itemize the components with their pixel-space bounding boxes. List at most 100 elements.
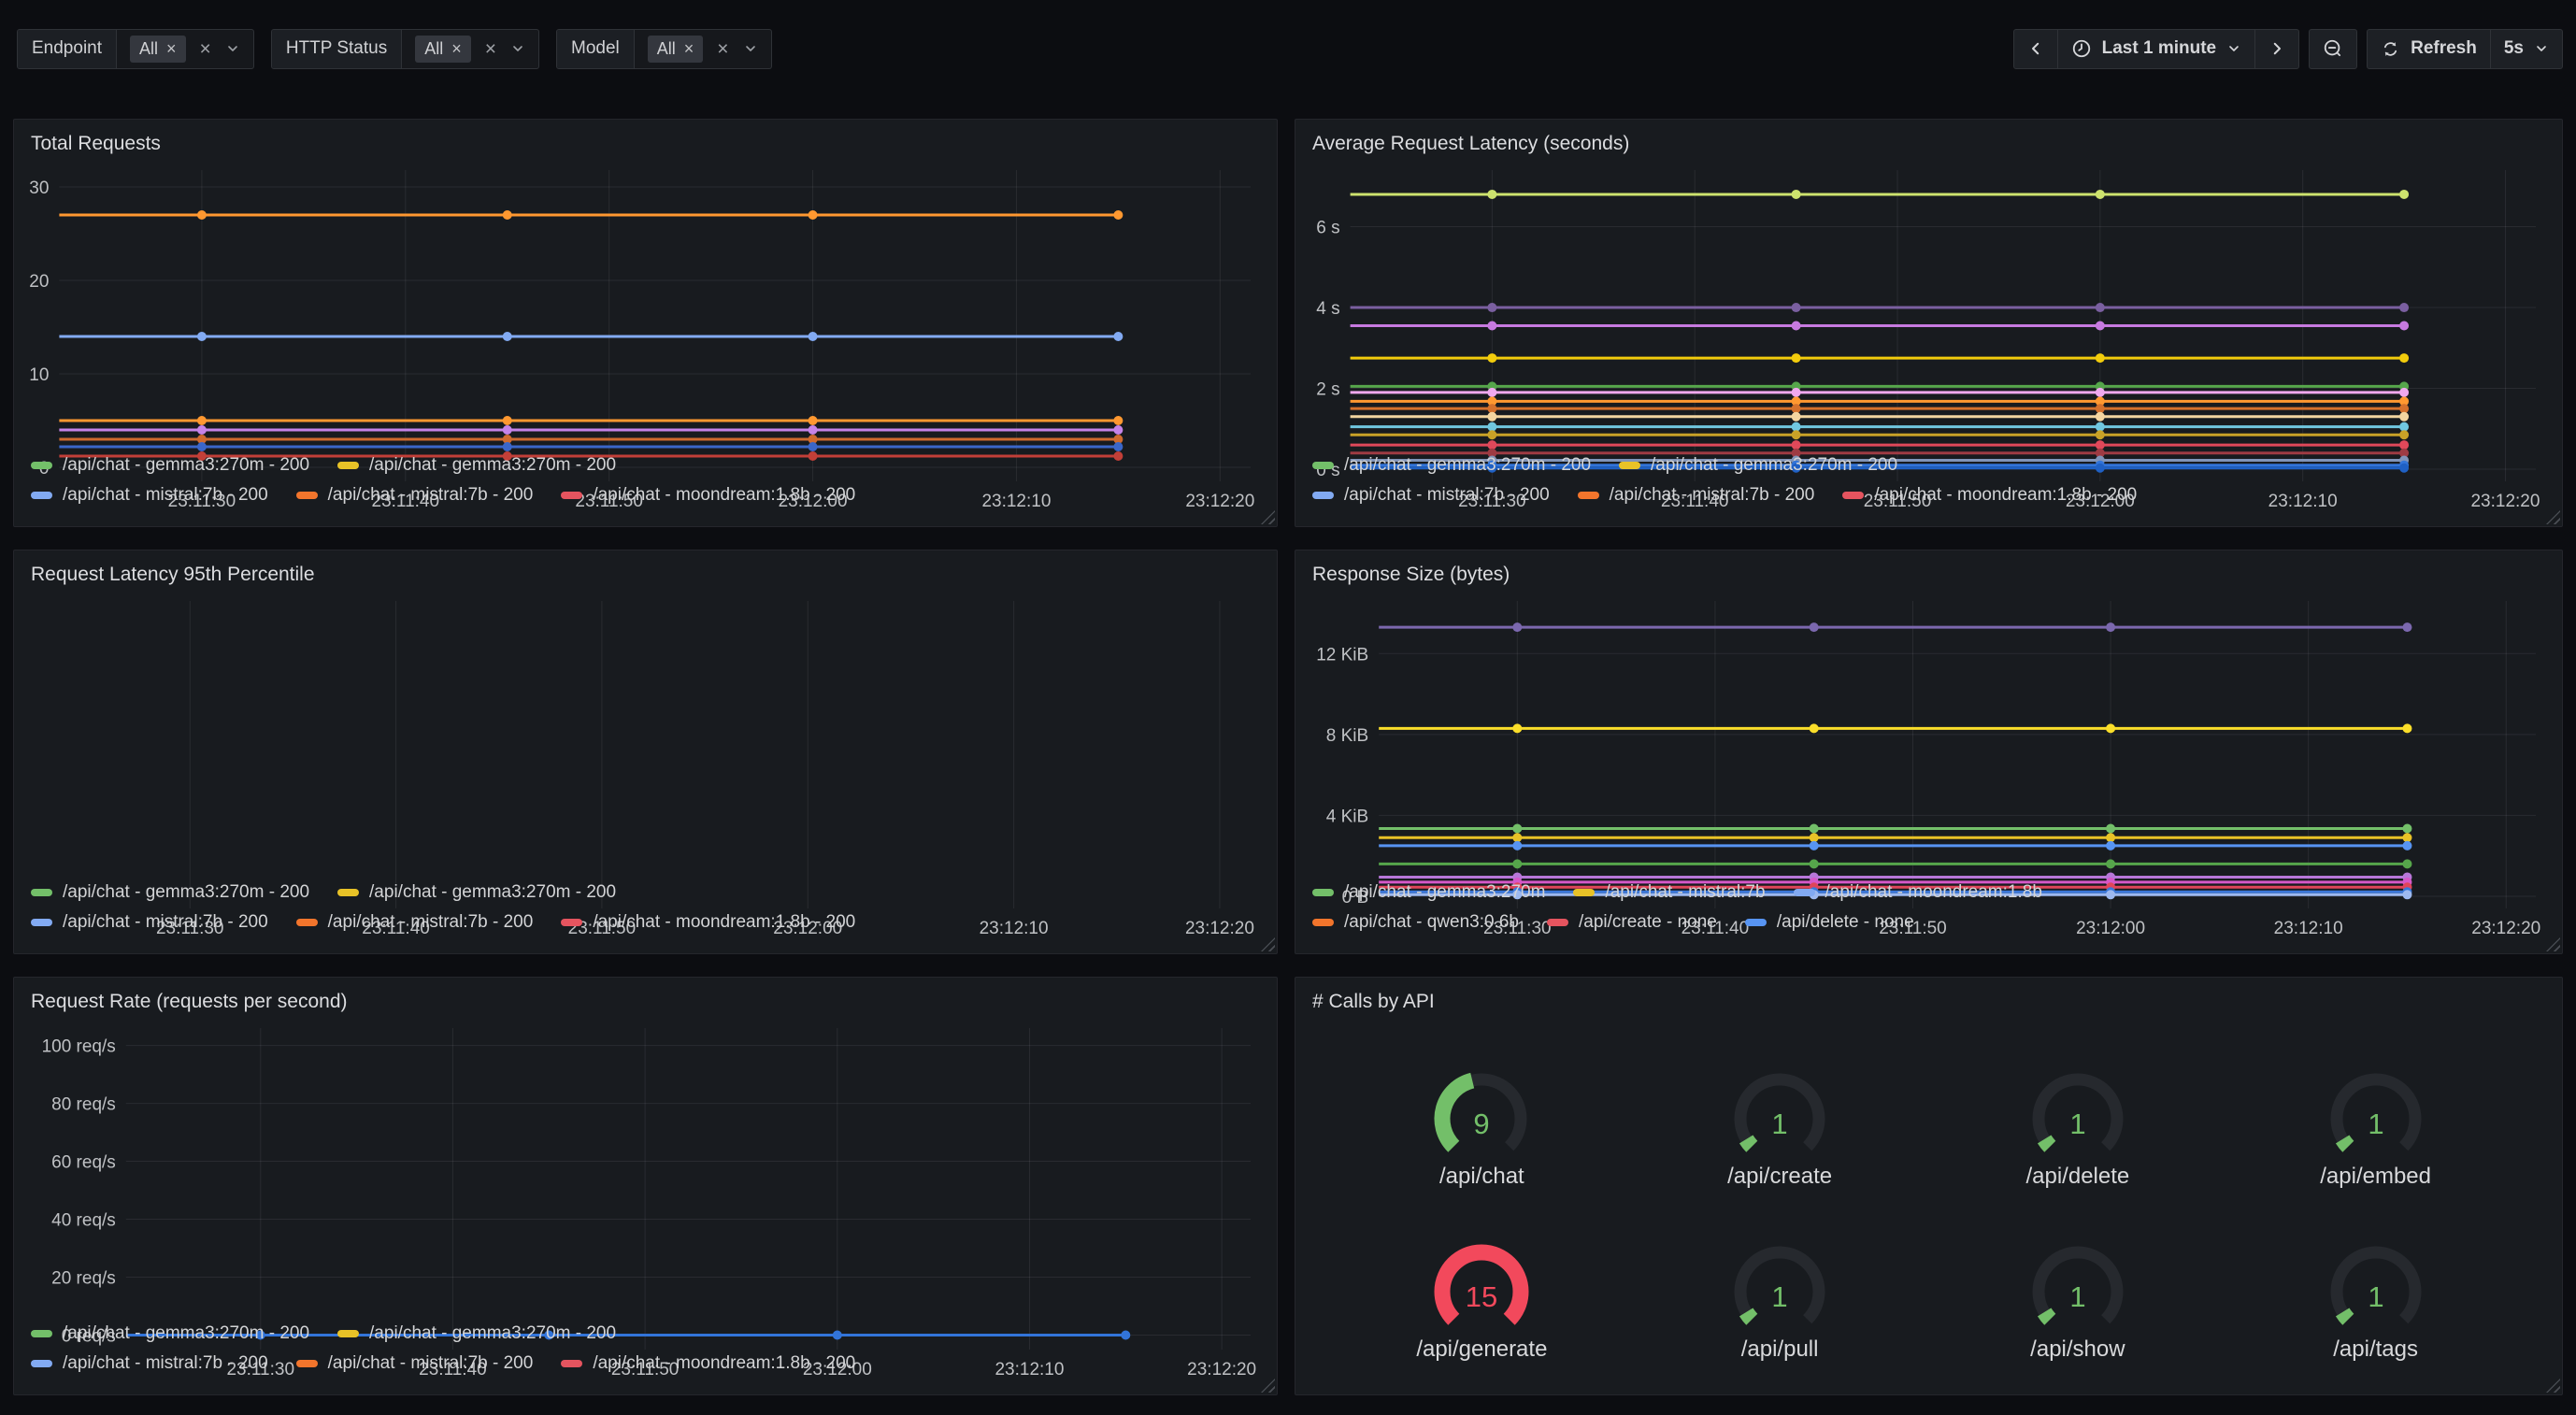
gauge: 1/api/delete: [1929, 1034, 2227, 1190]
legend-item[interactable]: /api/chat - gemma3:270m - 200: [1619, 455, 1897, 476]
time-series-chart[interactable]: 23:11:3023:11:4023:11:5023:12:0023:12:10…: [21, 592, 1262, 873]
panel-title[interactable]: Response Size (bytes): [1295, 562, 2562, 590]
filter-http-status-value[interactable]: All × ×: [402, 30, 538, 68]
legend-item[interactable]: /api/chat - mistral:7b - 200: [296, 485, 534, 506]
panel-total-requests: Total Requests 010203023:11:3023:11:4023…: [13, 119, 1278, 527]
legend-item[interactable]: /api/chat - gemma3:270m - 200: [1312, 455, 1591, 476]
panel-title[interactable]: Total Requests: [14, 131, 1277, 159]
series-point: [2402, 833, 2411, 842]
filter-endpoint-chip[interactable]: All ×: [130, 36, 186, 63]
panel-response-size: Response Size (bytes) 0 B4 KiB8 KiB12 Ki…: [1295, 550, 2563, 954]
legend-item[interactable]: /api/chat - qwen3:0.6b: [1312, 912, 1519, 933]
gauge-grid: 9/api/chat1/api/create1/api/delete1/api/…: [1295, 1017, 2562, 1387]
legend-item[interactable]: /api/chat - gemma3:270m: [1312, 882, 1545, 903]
gauge: 1/api/embed: [2226, 1034, 2525, 1190]
series-point: [1512, 841, 1522, 850]
panel-title[interactable]: Request Latency 95th Percentile: [14, 562, 1277, 590]
legend-item[interactable]: /api/chat - moondream:1.8b - 200: [1842, 485, 2137, 506]
gauge-value: 1: [2368, 1108, 2383, 1140]
chip-label: All: [657, 39, 676, 59]
gauge-value: 1: [2069, 1280, 2085, 1313]
time-shift-forward-button[interactable]: [2255, 30, 2298, 68]
time-series-chart[interactable]: 0 s2 s4 s6 s23:11:3023:11:4023:11:5023:1…: [1303, 161, 2547, 446]
gauge-label: /api/show: [2030, 1336, 2125, 1363]
chip-remove-icon[interactable]: ×: [684, 39, 694, 59]
filter-http-status: HTTP Status All × ×: [271, 29, 539, 69]
series-point: [197, 210, 207, 220]
legend-item[interactable]: /api/chat - mistral:7b - 200: [1578, 485, 1815, 506]
legend-item[interactable]: /api/chat - moondream:1.8b - 200: [561, 1353, 855, 1374]
series-point: [1792, 404, 1801, 413]
legend-item[interactable]: /api/chat - mistral:7b - 200: [31, 912, 268, 933]
legend-series-label: /api/chat - gemma3:270m - 200: [369, 1323, 616, 1344]
chip-remove-icon[interactable]: ×: [166, 39, 177, 59]
legend-series-color: [31, 889, 52, 896]
legend-item[interactable]: /api/chat - gemma3:270m - 200: [337, 455, 616, 476]
legend-item[interactable]: /api/chat - gemma3:270m - 200: [337, 1323, 616, 1344]
legend-item[interactable]: /api/chat - moondream:1.8b - 200: [561, 485, 855, 506]
filter-endpoint-value[interactable]: All × ×: [117, 30, 253, 68]
panel-title[interactable]: # Calls by API: [1295, 989, 2562, 1017]
filter-http-status-chip[interactable]: All ×: [415, 36, 471, 63]
legend-row: /api/chat - gemma3:270m - 200/api/chat -…: [31, 882, 1260, 903]
legend-item[interactable]: /api/chat - gemma3:270m - 200: [31, 882, 309, 903]
series-point: [2106, 833, 2115, 842]
chevron-down-icon[interactable]: [225, 41, 240, 56]
series-point: [2399, 322, 2409, 331]
legend-series-color: [31, 1360, 52, 1367]
legend-item[interactable]: /api/create - none: [1547, 912, 1717, 933]
series-point: [2096, 404, 2105, 413]
gauge-value: 15: [1466, 1280, 1497, 1313]
clear-selection-icon[interactable]: ×: [200, 39, 211, 59]
time-range-picker-button[interactable]: Last 1 minute: [2058, 30, 2255, 68]
gauge-arc: 1: [2008, 1239, 2148, 1336]
time-series-chart[interactable]: 0 B4 KiB8 KiB12 KiB23:11:3023:11:4023:11…: [1303, 592, 2547, 873]
legend-item[interactable]: /api/delete - none: [1745, 912, 1914, 933]
panel-title[interactable]: Request Rate (requests per second): [14, 989, 1277, 1017]
gauge: 1/api/show: [1929, 1207, 2227, 1363]
chip-remove-icon[interactable]: ×: [451, 39, 462, 59]
legend-series-color: [1794, 889, 1815, 896]
legend-item[interactable]: /api/chat - mistral:7b: [1573, 882, 1765, 903]
series-point: [1487, 412, 1496, 422]
legend-item[interactable]: /api/chat - gemma3:270m - 200: [31, 1323, 309, 1344]
y-axis-tick-label: 100 req/s: [42, 1037, 116, 1057]
clear-selection-icon[interactable]: ×: [485, 39, 496, 59]
refresh-button[interactable]: Refresh: [2368, 30, 2491, 68]
chevron-down-icon[interactable]: [510, 41, 525, 56]
legend-series-label: /api/chat - moondream:1.8b - 200: [593, 485, 855, 506]
legend-item[interactable]: /api/chat - mistral:7b - 200: [31, 485, 268, 506]
series-point: [2399, 190, 2409, 199]
gauge-value: 1: [1772, 1280, 1788, 1313]
legend-row: /api/chat - mistral:7b - 200/api/chat - …: [31, 912, 1260, 933]
series-point: [503, 332, 512, 341]
legend-item[interactable]: /api/chat - moondream:1.8b: [1794, 882, 2042, 903]
gauge-label: /api/pull: [1741, 1336, 1819, 1363]
legend-item[interactable]: /api/chat - mistral:7b - 200: [296, 912, 534, 933]
series-point: [1810, 841, 1819, 850]
legend-item[interactable]: /api/chat - gemma3:270m - 200: [337, 882, 616, 903]
zoom-out-button[interactable]: [2310, 30, 2356, 68]
legend-item[interactable]: /api/chat - mistral:7b - 200: [31, 1353, 268, 1374]
legend-series-color: [561, 1360, 582, 1367]
chevron-down-icon[interactable]: [743, 41, 758, 56]
legend-item[interactable]: /api/chat - mistral:7b - 200: [1312, 485, 1550, 506]
legend-item[interactable]: /api/chat - moondream:1.8b - 200: [561, 912, 855, 933]
panel-title[interactable]: Average Request Latency (seconds): [1295, 131, 2562, 159]
time-series-chart[interactable]: 0 req/s20 req/s40 req/s60 req/s80 req/s1…: [21, 1019, 1262, 1314]
time-series-chart[interactable]: 010203023:11:3023:11:4023:11:5023:12:002…: [21, 161, 1262, 446]
series-point: [2096, 322, 2105, 331]
legend-series-label: /api/chat - qwen3:0.6b: [1344, 912, 1519, 933]
time-shift-back-button[interactable]: [2014, 30, 2058, 68]
gauge-label: /api/tags: [2333, 1336, 2418, 1363]
legend-item[interactable]: /api/chat - gemma3:270m - 200: [31, 455, 309, 476]
legend-series-color: [337, 462, 359, 469]
clear-selection-icon[interactable]: ×: [717, 39, 728, 59]
series-point: [2096, 388, 2105, 397]
filter-model-chip[interactable]: All ×: [648, 36, 704, 63]
refresh-interval-button[interactable]: 5s: [2491, 30, 2562, 68]
legend-item[interactable]: /api/chat - mistral:7b - 200: [296, 1353, 534, 1374]
series-point: [503, 210, 512, 220]
time-controls: Last 1 minute Refresh: [2013, 29, 2563, 69]
filter-model-value[interactable]: All × ×: [635, 30, 771, 68]
